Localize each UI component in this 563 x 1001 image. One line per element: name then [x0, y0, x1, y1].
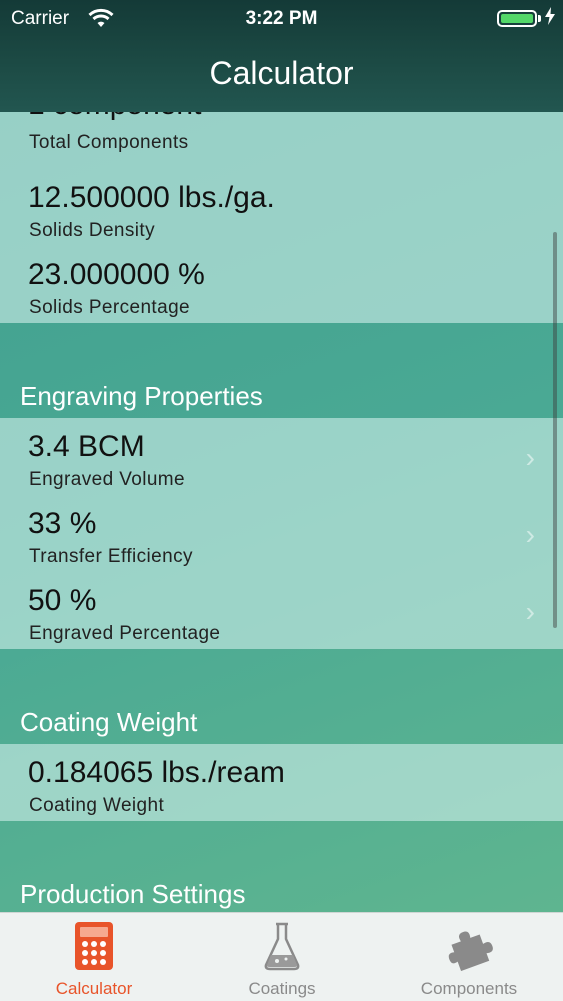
row-solids-percentage[interactable]: 23.000000 % Solids Percentage — [0, 246, 563, 323]
row-label: Transfer Efficiency — [29, 546, 193, 567]
row-label: Engraved Volume — [29, 469, 185, 490]
section-title: Engraving Properties — [20, 381, 263, 411]
row-engraved-percentage[interactable]: 50 % Engraved Percentage › — [0, 572, 563, 649]
row-value: 33 % — [28, 507, 97, 540]
row-transfer-efficiency[interactable]: 33 % Transfer Efficiency › — [0, 495, 563, 572]
chevron-right-icon: › — [525, 596, 535, 627]
row-value: 23.000000 % — [28, 258, 205, 291]
status-time: 3:22 PM — [245, 8, 318, 29]
section-title: Production Settings — [20, 879, 246, 909]
row-coating-weight[interactable]: 0.184065 lbs./ream Coating Weight — [0, 744, 563, 821]
section-header-production: Production Settings — [0, 821, 563, 916]
row-engraved-volume[interactable]: 3.4 BCM Engraved Volume › — [0, 418, 563, 495]
section-header-coating-weight: Coating Weight — [0, 649, 563, 744]
puzzle-icon — [448, 931, 493, 971]
tab-bar: Calculator Coatings Components — [0, 912, 563, 1001]
scroll-indicator[interactable] — [553, 232, 557, 628]
tab-label: Components — [420, 979, 518, 998]
row-label: Total Components — [29, 132, 189, 153]
status-bar: Carrier 3:22 PM — [0, 0, 563, 38]
chevron-right-icon: › — [525, 519, 535, 550]
section-title: Coating Weight — [20, 707, 198, 737]
page-title: Calculator — [209, 55, 354, 91]
tab-coatings[interactable]: Coatings — [188, 913, 376, 1001]
row-value: 50 % — [28, 584, 97, 617]
chevron-right-icon: › — [525, 442, 535, 473]
row-value: 0.184065 lbs./ream — [28, 756, 285, 789]
row-label: Engraved Percentage — [29, 623, 221, 644]
battery-tip — [538, 15, 541, 22]
calculator-icon — [75, 922, 113, 970]
row-label: Coating Weight — [29, 795, 165, 816]
row-value: 3.4 BCM — [28, 430, 145, 463]
tab-label: Coatings — [248, 979, 316, 998]
battery-icon — [497, 10, 537, 27]
row-label: Solids Percentage — [29, 297, 191, 318]
row-value: 12.500000 lbs./ga. — [28, 181, 275, 214]
row-label: Solids Density — [29, 220, 155, 241]
navigation-header: Carrier 3:22 PM Calculator — [0, 0, 563, 112]
calculator-list[interactable]: 1 component Total Components 12.500000 l… — [0, 88, 563, 916]
row-solids-density[interactable]: 12.500000 lbs./ga. Solids Density — [0, 169, 563, 246]
tab-calculator[interactable]: Calculator — [0, 913, 188, 1001]
tab-label: Calculator — [55, 979, 133, 998]
tab-components[interactable]: Components — [375, 913, 563, 1001]
section-header-engraving: Engraving Properties — [0, 323, 563, 418]
charging-bolt-icon — [545, 7, 555, 25]
flask-icon — [264, 922, 300, 971]
